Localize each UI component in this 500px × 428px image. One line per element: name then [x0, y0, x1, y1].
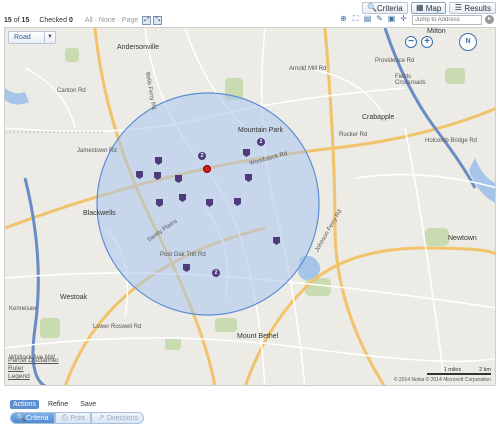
select-none-link[interactable]: None [99, 17, 116, 24]
parcel-disclaimer-link[interactable]: Parcel Disclaimer [8, 357, 59, 365]
select-page-link[interactable]: Page [122, 17, 138, 24]
map-label-westoak: Westoak [60, 294, 88, 301]
tab-save[interactable]: Save [77, 400, 99, 409]
draw-icon[interactable]: ✎ [375, 14, 384, 23]
map-checked-icon[interactable]: ⤡ [153, 15, 163, 25]
result-count-total: 15 [21, 16, 30, 24]
action-buttons: 🔍 Criteria ⎙ Print ↗ Directions [10, 412, 145, 424]
zoom-extent-icon[interactable]: ⛶ [351, 14, 360, 23]
map-label-holcomb-bridge: Holcomb Bridge Rd [425, 138, 478, 144]
map-label-blackwells: Blackwells [83, 210, 116, 217]
checked-count: 0 [68, 16, 73, 24]
tab-map-label: Map [425, 3, 442, 13]
map-copyright: © 2014 Nokia © 2014 Microsoft Corporatio… [393, 377, 491, 383]
tab-criteria-label: Criteria [376, 3, 403, 13]
tab-map[interactable]: ▦ Map [410, 2, 447, 14]
go-button[interactable]: ▸ [485, 15, 494, 24]
map-label-fields-crossroads: Fields Crossroads [395, 74, 426, 86]
crosshair-icon[interactable]: ✛ [399, 14, 408, 23]
map-icon: ▦ [415, 3, 424, 12]
map-label-newtown: Newtown [448, 235, 477, 242]
zoom-to-checked-icon[interactable]: ⤢ [142, 15, 152, 25]
map-view[interactable]: Andersonville Mountain Park Crabapple Bl… [4, 27, 496, 386]
criteria-button[interactable]: 🔍 Criteria [10, 412, 55, 424]
property-cluster[interactable]: 2 [257, 138, 265, 146]
scale-bar [427, 373, 491, 375]
map-label-canton: Canton Rd [57, 88, 86, 94]
print-button[interactable]: ⎙ Print [54, 412, 91, 424]
map-label-milton: Milton [427, 28, 446, 35]
map-links: Parcel Disclaimer Ruler Legend [8, 357, 59, 381]
directions-button[interactable]: ↗ Directions [90, 412, 145, 424]
map-style-label: Road [14, 34, 31, 41]
list-icon: ☰ [454, 3, 462, 12]
action-tabs: Actions Refine Save [10, 400, 99, 409]
map-label-post-oak-tritt: Post Oak Tritt Rd [160, 252, 206, 258]
locate-icon[interactable]: ⊕ [339, 14, 348, 23]
tab-results[interactable]: ☰ Results [449, 2, 496, 14]
map-label-rucker: Rucker Rd [339, 132, 368, 138]
tab-criteria[interactable]: 🔍 Criteria [361, 2, 408, 14]
legend-link[interactable]: Legend [8, 373, 59, 381]
image-icon[interactable]: ▣ [387, 14, 396, 23]
tab-results-label: Results [464, 3, 491, 13]
tab-refine[interactable]: Refine [45, 400, 71, 409]
criteria-button-label: Criteria [26, 414, 49, 422]
map-label-lower-roswell: Lower Roswell Rd [93, 324, 142, 330]
layers-icon[interactable]: ▤ [363, 14, 372, 23]
view-tabs: 🔍 Criteria ▦ Map ☰ Results [361, 2, 496, 14]
directions-icon: ↗ [97, 413, 105, 422]
results-toolbar: 15 of 15 Checked 0 All · None · Page ⤢ ⤡ ⊕… [4, 14, 496, 26]
map-label-jamestown: Jamestown Rd [77, 148, 117, 154]
tab-actions[interactable]: Actions [10, 400, 39, 409]
compass-icon[interactable]: N [459, 33, 477, 51]
map-label-andersonville: Andersonville [117, 44, 160, 51]
property-cluster[interactable]: 2 [198, 152, 206, 160]
result-count-current: 15 [4, 16, 12, 24]
search-icon: 🔍 [366, 3, 377, 12]
directions-button-label: Directions [106, 414, 139, 422]
map-label-arnold-mill: Arnold Mill Rd [289, 66, 327, 72]
ruler-link[interactable]: Ruler [8, 365, 59, 373]
jump-to-address-input[interactable] [412, 15, 482, 25]
zoom-in-button[interactable]: + [421, 36, 433, 48]
map-label-crabapple: Crabapple [362, 114, 395, 121]
result-count-of: of [13, 16, 20, 24]
chevron-down-icon: ▼ [44, 32, 55, 43]
print-button-label: Print [70, 414, 85, 422]
map-label-mountain-park: Mountain Park [238, 127, 284, 134]
map-label-mount-bethel: Mount Bethel [237, 333, 279, 340]
search-center-marker [203, 165, 211, 173]
print-icon: ⎙ [61, 413, 68, 422]
map-label-providence: Providence Rd [375, 58, 415, 64]
checked-label: Checked [39, 16, 67, 24]
search-icon: 🔍 [16, 413, 26, 422]
select-all-link[interactable]: All [85, 17, 93, 24]
map-tool-icons: ⊕ ⛶ ▤ ✎ ▣ ✛ [339, 14, 408, 23]
map-style-select[interactable]: Road ▼ [8, 31, 56, 44]
property-cluster[interactable]: 2 [212, 269, 220, 277]
zoom-out-button[interactable]: − [405, 36, 417, 48]
map-label-kennesaw: Kennesaw [9, 306, 38, 312]
